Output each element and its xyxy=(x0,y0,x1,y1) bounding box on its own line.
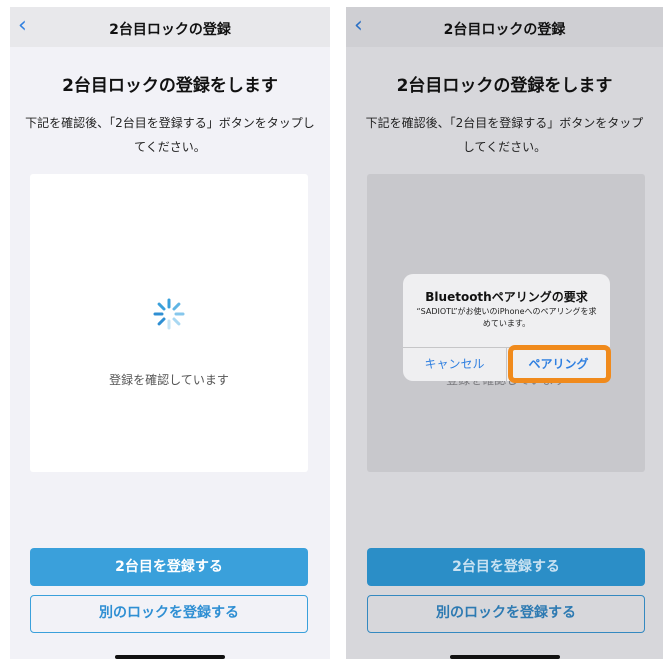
home-indicator xyxy=(115,655,225,659)
phone-screen-left: ‹ 2台目ロックの登録 2台目ロックの登録をします 下記を確認後、「2台目を登録… xyxy=(10,7,330,659)
navigation-bar: ‹ 2台目ロックの登録 xyxy=(346,7,663,47)
instruction-text: 下記を確認後、「2台目を登録する」ボタンをタップしてください。 xyxy=(25,116,315,154)
alert-title: Bluetoothペアリングの要求 xyxy=(425,290,588,304)
activity-spinner-icon xyxy=(153,298,185,330)
register-other-lock-button[interactable]: 別のロックを登録する xyxy=(30,595,308,633)
phone-screen-right: ‹ 2台目ロックの登録 2台目ロックの登録をします 下記を確認後、「2台目を登録… xyxy=(346,7,663,659)
instruction-text: 下記を確認後、「2台目を登録する」ボタンをタップしてください。 xyxy=(365,116,644,154)
alert-message: “SADIOTL”がお使いのiPhoneへのペアリングを求めています。 xyxy=(416,307,597,328)
navigation-bar: ‹ 2台目ロックの登録 xyxy=(10,7,330,47)
status-card: 登録を確認しています xyxy=(30,174,308,472)
status-text: 登録を確認しています xyxy=(109,373,229,387)
page-heading: 2台目ロックの登録をします xyxy=(62,76,278,96)
home-indicator xyxy=(449,655,560,659)
register-other-lock-button[interactable]: 別のロックを登録する xyxy=(367,595,645,633)
register-second-button[interactable]: 2台目を登録する xyxy=(30,548,308,586)
highlight-box xyxy=(508,345,611,383)
nav-title: 2台目ロックの登録 xyxy=(443,22,566,38)
page-heading: 2台目ロックの登録をします xyxy=(396,76,613,96)
register-second-button[interactable]: 2台目を登録する xyxy=(367,548,645,586)
nav-title: 2台目ロックの登録 xyxy=(109,22,231,38)
alert-cancel-button[interactable]: キャンセル xyxy=(403,348,506,381)
